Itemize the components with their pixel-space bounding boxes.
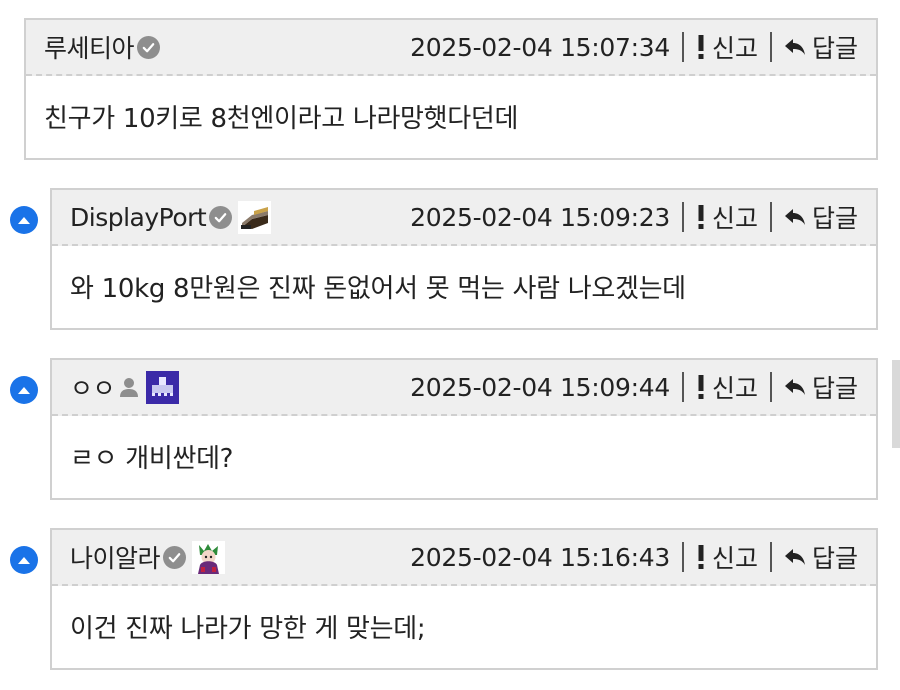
- comment-box: DisplayPort 2025-02-04 15:09:23 신고 답글 와 …: [50, 188, 878, 330]
- comment-text: ㄹㅇ 개비싼데?: [70, 443, 234, 474]
- reply-label: 답글: [811, 544, 858, 573]
- comment-timestamp: 2025-02-04 15:09:44: [410, 372, 670, 402]
- report-button[interactable]: 신고: [696, 199, 758, 235]
- verified-badge-icon: [137, 35, 161, 59]
- divider: [769, 542, 772, 572]
- divider: [769, 372, 772, 402]
- report-button[interactable]: 신고: [696, 29, 758, 65]
- comment: 루세티아 2025-02-04 15:07:34 신고 답글 친구가 10키로 …: [0, 18, 900, 160]
- scrollbar-thumb[interactable]: [892, 360, 900, 448]
- comment-header: 루세티아 2025-02-04 15:07:34 신고 답글: [26, 20, 876, 76]
- reply-arrow-icon: [784, 549, 805, 565]
- report-label: 신고: [711, 374, 758, 403]
- reply-button[interactable]: 답글: [784, 29, 858, 65]
- comment-author[interactable]: 나이알라: [70, 539, 226, 575]
- exclamation-icon: [698, 545, 704, 569]
- comment-author[interactable]: ㅇㅇ: [70, 369, 180, 405]
- verified-badge-icon: [209, 205, 233, 229]
- exclamation-icon: [698, 205, 704, 229]
- reply-label: 답글: [811, 204, 858, 233]
- comment-box: 루세티아 2025-02-04 15:07:34 신고 답글 친구가 10키로 …: [24, 18, 878, 160]
- author-name[interactable]: 나이알라: [70, 539, 161, 575]
- report-label: 신고: [711, 544, 758, 573]
- reply-arrow-icon: [784, 209, 805, 225]
- comment-header: ㅇㅇ 2025-02-04 15:09:44 신고 답글: [52, 360, 876, 416]
- reply-label: 답글: [811, 34, 858, 63]
- comment-text: 와 10kg 8만원은 진짜 돈없어서 못 먹는 사람 나오겠는데: [70, 273, 686, 304]
- reply-arrow-icon: [784, 379, 805, 395]
- reply-button[interactable]: 답글: [784, 199, 858, 235]
- divider: [681, 542, 684, 572]
- collapse-reply-button[interactable]: [10, 376, 38, 404]
- caret-up-icon: [18, 387, 30, 394]
- exclamation-icon: [698, 375, 704, 399]
- reply-button[interactable]: 답글: [784, 539, 858, 575]
- report-button[interactable]: 신고: [696, 539, 758, 575]
- divider: [769, 32, 772, 62]
- reply-arrow-icon: [784, 39, 805, 55]
- comment-box: ㅇㅇ 2025-02-04 15:09:44 신고 답글 ㄹㅇ 개비싼데?: [50, 358, 878, 500]
- divider: [681, 202, 684, 232]
- comment-author[interactable]: 루세티아: [44, 29, 161, 65]
- comment-text: 친구가 10키로 8천엔이라고 나라망햇다던데: [44, 103, 519, 134]
- verified-badge-icon: [163, 545, 187, 569]
- collapse-reply-button[interactable]: [10, 546, 38, 574]
- anime-character-icon: [192, 540, 226, 574]
- pixel-building-icon: [146, 370, 180, 404]
- comment: 나이알라 2025-02-04 15:16:43 신고 답글 이건 진짜 나라가…: [0, 528, 900, 670]
- divider: [769, 202, 772, 232]
- exclamation-icon: [698, 35, 704, 59]
- displayport-connector-icon: [238, 200, 272, 234]
- comment-header: DisplayPort 2025-02-04 15:09:23 신고 답글: [52, 190, 876, 246]
- reply-label: 답글: [811, 374, 858, 403]
- comment-text: 이건 진짜 나라가 망한 게 맞는데;: [70, 613, 426, 644]
- reply-button[interactable]: 답글: [784, 369, 858, 405]
- comment-author[interactable]: DisplayPort: [70, 200, 272, 234]
- comment-timestamp: 2025-02-04 15:16:43: [410, 542, 670, 572]
- author-name[interactable]: ㅇㅇ: [70, 369, 116, 405]
- divider: [681, 32, 684, 62]
- comment: ㅇㅇ 2025-02-04 15:09:44 신고 답글 ㄹㅇ 개비싼데?: [0, 358, 900, 500]
- comment-timestamp: 2025-02-04 15:07:34: [410, 32, 670, 62]
- author-name[interactable]: DisplayPort: [70, 203, 207, 232]
- comment-timestamp: 2025-02-04 15:09:23: [410, 202, 670, 232]
- report-label: 신고: [711, 34, 758, 63]
- caret-up-icon: [18, 217, 30, 224]
- caret-up-icon: [18, 557, 30, 564]
- report-button[interactable]: 신고: [696, 369, 758, 405]
- comment-header: 나이알라 2025-02-04 15:16:43 신고 답글: [52, 530, 876, 586]
- comment: DisplayPort 2025-02-04 15:09:23 신고 답글 와 …: [0, 188, 900, 330]
- comment-box: 나이알라 2025-02-04 15:16:43 신고 답글 이건 진짜 나라가…: [50, 528, 878, 670]
- divider: [681, 372, 684, 402]
- author-name[interactable]: 루세티아: [44, 29, 135, 65]
- collapse-reply-button[interactable]: [10, 206, 38, 234]
- anonymous-user-icon: [118, 376, 140, 398]
- report-label: 신고: [711, 204, 758, 233]
